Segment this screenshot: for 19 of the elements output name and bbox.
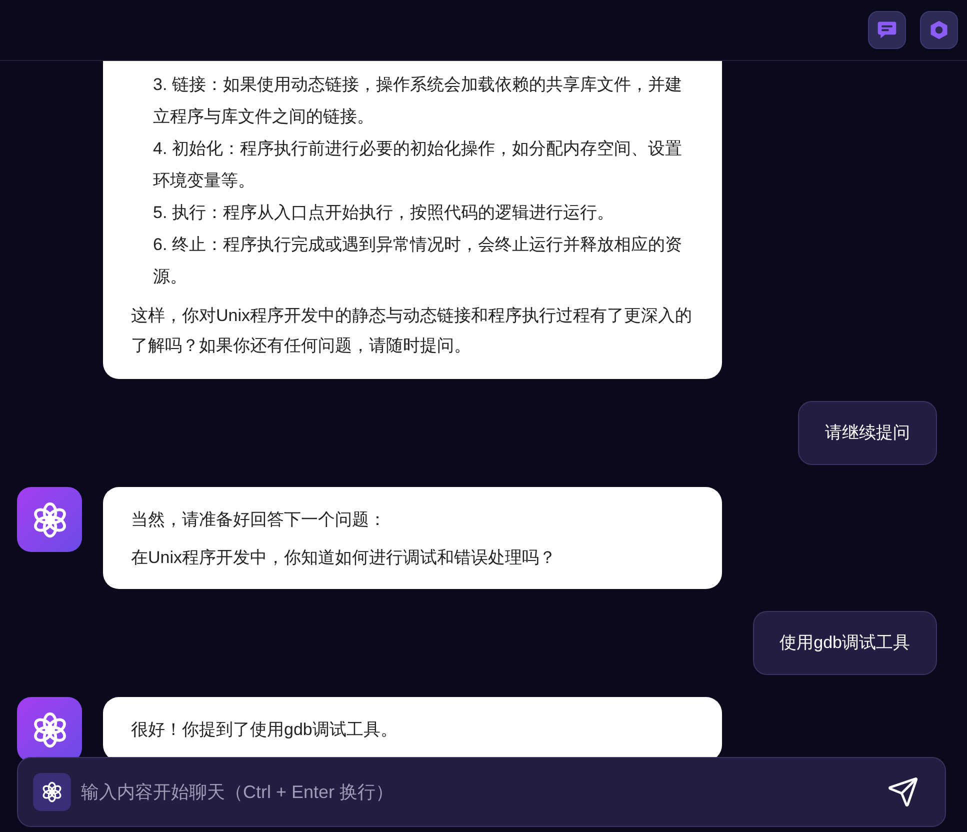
message-text: 请继续提问	[825, 423, 910, 442]
model-avatar[interactable]	[33, 773, 71, 811]
knot-icon	[41, 781, 63, 803]
message-input[interactable]: 输入内容开始聊天（Ctrl + Enter 换行）	[81, 778, 873, 806]
list-item-text: 4. 初始化：程序执行前进行必要的初始化操作，如分配内存空间、设置环境变量等。	[152, 138, 683, 192]
message-text: 当然，请准备好回答下一个问题：	[131, 509, 387, 531]
settings-button[interactable]	[920, 11, 958, 49]
send-icon	[887, 776, 919, 808]
list-item-text: 5. 执行：程序从入口点开始执行，按照代码的逻辑进行运行。	[152, 202, 615, 224]
list-item-text: 3. 链接：如果使用动态链接，操作系统会加载依赖的共享库文件，并建立程序与库文件之间的链接。	[152, 74, 683, 128]
message-text: 使用gdb调试工具	[780, 633, 910, 652]
chat-button[interactable]	[868, 11, 906, 49]
message-text: 这样，你对Unix程序开发中的静态与动态链接和程序执行过程有了更深入的了解吗？如果你还有任何问题，请随时提问。	[131, 305, 694, 357]
message-text: 很好！你提到了使用gdb调试工具。	[131, 719, 398, 741]
chat-icon	[876, 19, 898, 41]
message-field[interactable]: 输入内容开始聊天（Ctrl + Enter 换行）	[17, 757, 946, 827]
message-text: 在Unix程序开发中，你知道如何进行调试和错误处理吗？	[131, 547, 558, 569]
list-item-text: 6. 终止：程序执行完成或遇到异常情况时，会终止运行并释放相应的资源。	[152, 234, 683, 288]
hexagon-icon	[928, 19, 950, 41]
